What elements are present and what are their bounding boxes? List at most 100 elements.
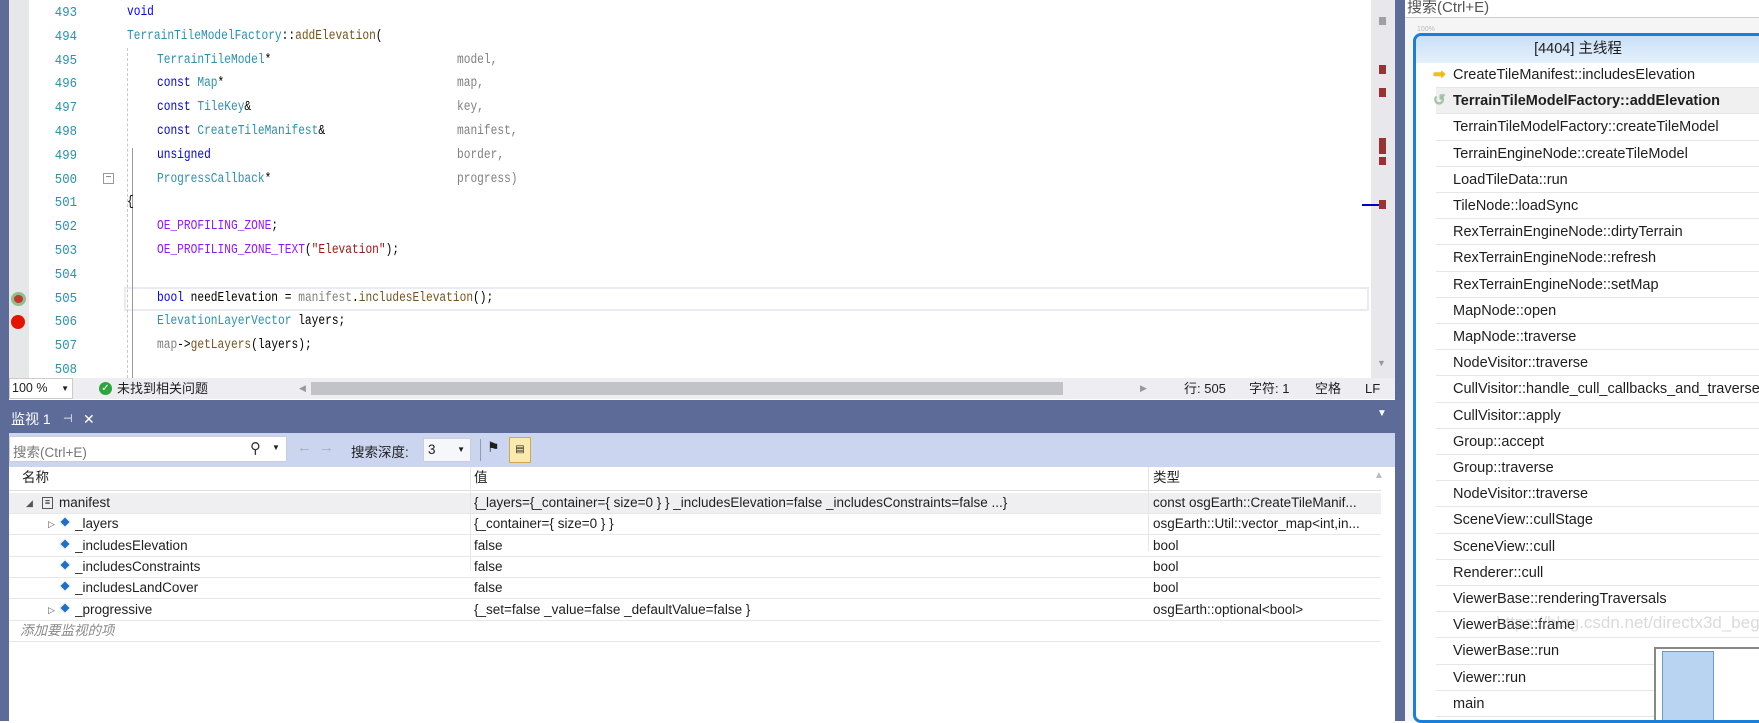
watch-value[interactable]: false xyxy=(474,536,1149,556)
add-watch-row[interactable]: 添加要监视的项 xyxy=(9,621,1381,642)
stack-frame[interactable]: ↺ TerrainTileModelFactory::addElevation xyxy=(1433,88,1759,115)
code-line[interactable]: 505 bool needElevation = manifest.include… xyxy=(9,287,1369,311)
forward-arrow-icon[interactable]: → xyxy=(319,439,334,456)
code-line[interactable]: 500 ProgressCallback* progress) xyxy=(9,168,1369,192)
pin-icon[interactable]: ⊣ xyxy=(63,406,73,432)
window-menu-icon[interactable]: ▼ xyxy=(1377,408,1387,419)
collapsed-triangle-icon[interactable]: ▷ xyxy=(48,514,55,534)
scroll-left-icon[interactable]: ◀ xyxy=(299,378,306,399)
code-line[interactable]: 497 const TileKey& key, xyxy=(9,96,1369,120)
watch-name[interactable]: _includesLandCover xyxy=(75,578,198,598)
watch-name[interactable]: _layers xyxy=(75,514,119,534)
column-header-type[interactable]: 类型 xyxy=(1153,467,1180,489)
stack-frame[interactable]: RexTerrainEngineNode::setMap xyxy=(1436,272,1759,298)
line-number: 505 xyxy=(54,290,77,307)
stack-frame[interactable]: ViewerBase::renderingTraversals xyxy=(1436,586,1759,613)
column-header-name[interactable]: 名称 xyxy=(22,467,49,489)
code-token: getLayers xyxy=(190,338,252,354)
watch-row[interactable]: _includesConstraints false bool xyxy=(9,557,1381,578)
watch-row[interactable]: _includesElevation false bool xyxy=(9,536,1381,557)
change-marker xyxy=(1379,88,1386,97)
whitespace-indicator[interactable]: 空格 xyxy=(1315,378,1341,399)
stack-frame[interactable]: MapNode::open xyxy=(1436,298,1759,324)
panel-splitter[interactable] xyxy=(1395,0,1405,721)
watch-row[interactable]: ▷ _progressive {_set=false _value=false _d… xyxy=(9,600,1381,621)
code-line[interactable]: 508 xyxy=(9,358,1369,378)
stack-frame[interactable]: Renderer::cull xyxy=(1436,560,1759,586)
collapsed-triangle-icon[interactable]: ▷ xyxy=(48,600,55,620)
search-depth-select[interactable]: 3 ▼ xyxy=(423,438,471,462)
back-arrow-icon[interactable]: ← xyxy=(297,439,312,456)
watch-search-input[interactable]: 搜索(Ctrl+E) ⚲ ▼ xyxy=(9,436,287,462)
code-line[interactable]: 495 TerrainTileModel* model, xyxy=(9,49,1369,73)
stack-frame[interactable]: LoadTileData::run xyxy=(1436,167,1759,193)
stack-frame[interactable]: NodeVisitor::traverse xyxy=(1436,350,1759,377)
stack-frame[interactable]: TerrainTileModelFactory::createTileModel xyxy=(1436,114,1759,141)
watch-value[interactable]: {_layers={_container={ size=0 } } _inclu… xyxy=(474,493,1149,513)
code-line[interactable]: 503 OE_PROFILING_ZONE_TEXT("Elevation"); xyxy=(9,239,1369,263)
watch-row[interactable]: ▷ _layers {_container={ size=0 } } osgEarth… xyxy=(9,514,1381,536)
callstack-search-input[interactable]: 搜索(Ctrl+E) xyxy=(1405,0,1759,18)
stack-frame[interactable]: ➡ CreateTileManifest::includesElevation xyxy=(1433,62,1759,89)
char-indicator[interactable]: 字符: 1 xyxy=(1249,378,1289,399)
code-line[interactable]: 498 const CreateTileManifest& manifest, xyxy=(9,120,1369,144)
code-line[interactable]: 496 const Map* map, xyxy=(9,72,1369,96)
watch-row[interactable]: _includesLandCover false bool xyxy=(9,578,1381,600)
code-line[interactable]: 494 TerrainTileModelFactory::addElevation… xyxy=(9,25,1369,49)
scroll-down-icon[interactable]: ▼ xyxy=(1377,358,1386,368)
stack-frame[interactable]: CullVisitor::handle_cull_callbacks_and_t… xyxy=(1436,376,1759,403)
minimap-thumbnail[interactable] xyxy=(1654,647,1759,720)
stack-frame[interactable]: TileNode::loadSync xyxy=(1436,193,1759,220)
tab-watch-1[interactable]: 监视 1 ⊣ ✕ xyxy=(9,406,111,433)
expanded-triangle-icon[interactable]: ◢ xyxy=(26,493,33,513)
search-icon[interactable]: ⚲ xyxy=(250,439,261,457)
close-icon[interactable]: ✕ xyxy=(83,406,95,432)
pin-filter-icon[interactable]: ⚑ xyxy=(487,439,500,456)
stack-frame[interactable]: SceneView::cull xyxy=(1436,534,1759,560)
watch-value[interactable]: false xyxy=(474,557,1149,577)
collapse-toggle-icon[interactable]: − xyxy=(103,173,114,184)
watch-name[interactable]: _includesElevation xyxy=(75,536,188,556)
watch-value[interactable]: false xyxy=(474,578,1149,598)
code-text: TerrainTileModel* xyxy=(157,49,271,73)
stack-frame[interactable]: MapNode::traverse xyxy=(1436,324,1759,351)
watch-value[interactable]: {_container={ size=0 } } xyxy=(474,514,1149,534)
stack-frame[interactable]: RexTerrainEngineNode::dirtyTerrain xyxy=(1436,219,1759,246)
line-indicator[interactable]: 行: 505 xyxy=(1184,378,1226,399)
code-line[interactable]: 493 void xyxy=(9,1,1369,25)
horizontal-scrollbar-thumb[interactable] xyxy=(311,382,1063,395)
issues-status[interactable]: 未找到相关问题 xyxy=(117,378,208,399)
code-line[interactable]: 507 map->getLayers(layers); xyxy=(9,334,1369,358)
code-line[interactable]: 506 ElevationLayerVector layers; xyxy=(9,310,1369,334)
watch-name[interactable]: manifest xyxy=(59,493,110,513)
breakpoint-icon[interactable] xyxy=(11,315,25,330)
zoom-dropdown[interactable]: 100 % ▼ xyxy=(9,378,73,399)
scroll-right-icon[interactable]: ▶ xyxy=(1140,378,1147,399)
chevron-down-icon[interactable]: ▼ xyxy=(272,443,280,452)
watch-name[interactable]: _includesConstraints xyxy=(75,557,200,577)
code-line[interactable]: 499 unsigned border, xyxy=(9,144,1369,168)
code-line[interactable]: 502 OE_PROFILING_ZONE; xyxy=(9,215,1369,239)
code-line[interactable]: 504 xyxy=(9,263,1369,287)
hex-display-toggle-icon[interactable]: ▤ xyxy=(509,437,531,463)
add-watch-placeholder[interactable]: 添加要监视的项 xyxy=(20,621,115,641)
stack-frame[interactable]: TerrainEngineNode::createTileModel xyxy=(1436,141,1759,167)
watch-value[interactable]: {_set=false _value=false _defaultValue=f… xyxy=(474,600,1149,620)
stack-frame[interactable]: SceneView::cullStage xyxy=(1436,507,1759,534)
stack-frame[interactable]: Group::traverse xyxy=(1436,455,1759,482)
stack-frame[interactable]: CullVisitor::apply xyxy=(1436,403,1759,429)
column-header-value[interactable]: 值 xyxy=(474,467,488,489)
watch-type: osgEarth::Util::vector_map<int,in... xyxy=(1153,516,1360,532)
line-ending-indicator[interactable]: LF xyxy=(1365,378,1380,399)
watch-scroll-up-icon[interactable]: ▲ xyxy=(1374,470,1384,481)
breakpoint-current-statement-icon[interactable] xyxy=(11,291,26,306)
editor-vertical-scrollbar[interactable]: ▼ xyxy=(1362,0,1395,378)
stack-frame[interactable]: NodeVisitor::traverse xyxy=(1436,481,1759,508)
stack-frame[interactable]: Group::accept xyxy=(1436,429,1759,455)
frame-name: NodeVisitor::traverse xyxy=(1453,355,1589,372)
watch-row[interactable]: ◢ ≡ manifest {_layers={_container={ size=0 … xyxy=(9,493,1381,514)
watch-name[interactable]: _progressive xyxy=(75,600,152,620)
code-editor[interactable]: 493 void 494 TerrainTileModelFactory::addEl… xyxy=(9,0,1395,378)
stack-frame[interactable]: RexTerrainEngineNode::refresh xyxy=(1436,245,1759,272)
code-line[interactable]: 501 { xyxy=(9,191,1369,215)
